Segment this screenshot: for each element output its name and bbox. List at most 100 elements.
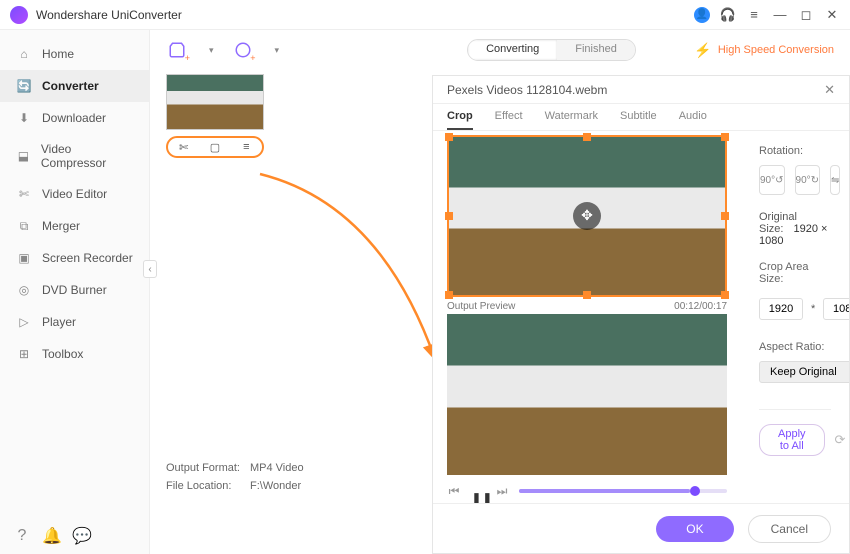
seek-thumb[interactable] xyxy=(690,486,700,496)
reset-icon[interactable]: ⟳ xyxy=(835,432,846,448)
avatar[interactable]: 👤 xyxy=(694,7,710,23)
compress-icon: ⬓ xyxy=(16,148,31,164)
move-icon[interactable]: ✥ xyxy=(573,202,601,230)
output-preview-label: Output Preview xyxy=(447,301,515,312)
aspect-ratio-select[interactable]: Keep Original xyxy=(759,361,849,383)
crop-width-input[interactable] xyxy=(759,298,803,320)
tab-crop[interactable]: Crop xyxy=(447,110,473,130)
sidebar-item-dvd[interactable]: ◎DVD Burner xyxy=(0,274,149,306)
sidebar-item-player[interactable]: ▷ Player xyxy=(0,306,149,338)
crop-handle[interactable] xyxy=(445,133,453,141)
content-area: + ▾ + ▾ Converting Finished ⚡ High Speed C… xyxy=(150,30,850,554)
download-icon: ⬇ xyxy=(16,110,32,126)
status-segment: Converting Finished xyxy=(467,39,636,61)
output-format-label: Output Format: xyxy=(166,462,250,474)
crop-handle[interactable] xyxy=(721,291,729,299)
disc-icon: ◎ xyxy=(16,282,32,298)
file-location-value[interactable]: F:\Wonder xyxy=(250,480,301,492)
tab-watermark[interactable]: Watermark xyxy=(545,110,598,130)
output-format-value[interactable]: MP4 Video xyxy=(250,462,304,474)
chevron-down-icon[interactable]: ▾ xyxy=(275,45,280,56)
scissors-icon: ✄ xyxy=(16,186,32,202)
sidebar-item-label: Toolbox xyxy=(42,347,83,361)
bottom-fields: Output Format:MP4 Video File Location:F:… xyxy=(166,462,304,498)
tab-finished[interactable]: Finished xyxy=(557,40,635,60)
sidebar-item-label: Video Compressor xyxy=(41,142,133,170)
sidebar-item-compressor[interactable]: ⬓ Video Compressor xyxy=(0,134,149,178)
tab-subtitle[interactable]: Subtitle xyxy=(620,110,657,130)
add-file-button[interactable]: + xyxy=(166,39,188,61)
close-icon[interactable]: ✕ xyxy=(824,7,840,23)
sidebar-item-converter[interactable]: 🔄 Converter xyxy=(0,70,149,102)
bolt-icon: ⚡ xyxy=(694,42,711,59)
cancel-button[interactable]: Cancel xyxy=(748,515,831,543)
rotate-cw-button[interactable]: 90°↻ xyxy=(795,165,821,195)
bell-icon[interactable]: 🔔 xyxy=(44,528,60,544)
sidebar-item-editor[interactable]: ✄Video Editor xyxy=(0,178,149,210)
sidebar-item-toolbox[interactable]: ⊞ Toolbox xyxy=(0,338,149,370)
crop-handle[interactable] xyxy=(445,212,453,220)
sidebar-item-label: Merger xyxy=(42,219,80,233)
sidebar-item-label: Player xyxy=(42,315,76,329)
merge-icon: ⧉ xyxy=(16,218,32,234)
sidebar-item-recorder[interactable]: ▣Screen Recorder xyxy=(0,242,149,274)
high-speed-toggle[interactable]: ⚡ High Speed Conversion xyxy=(694,42,834,59)
sidebar-item-merger[interactable]: ⧉ Merger xyxy=(0,210,149,242)
sidebar: ⌂Home 🔄 Converter ⬇Downloader ⬓ Video Comp… xyxy=(0,30,150,554)
trim-icon[interactable]: ✄ xyxy=(176,139,192,155)
grid-icon: ⊞ xyxy=(16,346,32,362)
close-icon[interactable]: ✕ xyxy=(824,82,835,98)
help-icon[interactable]: ? xyxy=(14,528,30,544)
crop-handle[interactable] xyxy=(721,212,729,220)
crop-handle[interactable] xyxy=(445,291,453,299)
tab-audio[interactable]: Audio xyxy=(679,110,707,130)
headset-icon[interactable]: 🎧 xyxy=(720,7,736,23)
sidebar-item-downloader[interactable]: ⬇Downloader xyxy=(0,102,149,134)
hsc-label: High Speed Conversion xyxy=(718,44,834,56)
play-icon: ▷ xyxy=(16,314,32,330)
top-toolbar: + ▾ + ▾ Converting Finished ⚡ High Speed C… xyxy=(150,30,850,70)
apply-to-all-button[interactable]: Apply to All xyxy=(759,424,825,456)
ok-button[interactable]: OK xyxy=(656,516,733,542)
prev-button[interactable]: ⏮ xyxy=(447,484,461,499)
titlebar: Wondershare UniConverter 👤 🎧 ≡ — ◻ ✕ xyxy=(0,0,850,30)
seek-track[interactable] xyxy=(519,489,727,493)
sidebar-item-home[interactable]: ⌂Home xyxy=(0,38,149,70)
home-icon: ⌂ xyxy=(16,46,32,62)
edit-filename: Pexels Videos 1128104.webm xyxy=(447,83,607,97)
crop-handle[interactable] xyxy=(583,133,591,141)
converter-icon: 🔄 xyxy=(16,78,32,94)
maximize-icon[interactable]: ◻ xyxy=(798,7,814,23)
app-logo xyxy=(10,6,28,24)
thumbnail-toolbar: ✄ ▢ ≡ xyxy=(166,136,264,158)
crop-handle[interactable] xyxy=(583,291,591,299)
playback-time: 00:12/00:17 xyxy=(674,301,727,312)
minimize-icon[interactable]: — xyxy=(772,7,788,23)
output-preview xyxy=(447,314,727,475)
tab-effect[interactable]: Effect xyxy=(495,110,523,130)
flip-horizontal-button[interactable]: ⇋ xyxy=(830,165,840,195)
chat-icon[interactable]: 💬 xyxy=(74,528,90,544)
sidebar-item-label: Converter xyxy=(42,79,99,93)
original-size-label: Original Size: xyxy=(759,211,797,235)
tab-converting[interactable]: Converting xyxy=(468,40,557,60)
crop-handle[interactable] xyxy=(721,133,729,141)
rotation-label: Rotation: xyxy=(759,145,831,157)
edit-tabs: Crop Effect Watermark Subtitle Audio xyxy=(433,104,849,131)
crop-icon[interactable]: ▢ xyxy=(207,139,223,155)
next-button[interactable]: ⏭ xyxy=(495,484,509,499)
seek-fill xyxy=(519,489,690,493)
rotate-ccw-button[interactable]: 90°↺ xyxy=(759,165,785,195)
crop-size-label: Crop Area Size: xyxy=(759,261,831,285)
video-thumbnail[interactable] xyxy=(166,74,264,130)
settings-lines-icon[interactable]: ≡ xyxy=(238,139,254,155)
hamburger-icon[interactable]: ≡ xyxy=(746,7,762,23)
app-title: Wondershare UniConverter xyxy=(36,8,694,22)
sidebar-item-label: Screen Recorder xyxy=(42,251,133,265)
crop-height-input[interactable] xyxy=(823,298,849,320)
crop-frame[interactable]: ✥ xyxy=(447,135,727,297)
callout-arrow xyxy=(230,164,450,364)
crop-separator: * xyxy=(811,303,815,315)
add-url-button[interactable]: + xyxy=(232,39,254,61)
chevron-down-icon[interactable]: ▾ xyxy=(209,45,214,56)
